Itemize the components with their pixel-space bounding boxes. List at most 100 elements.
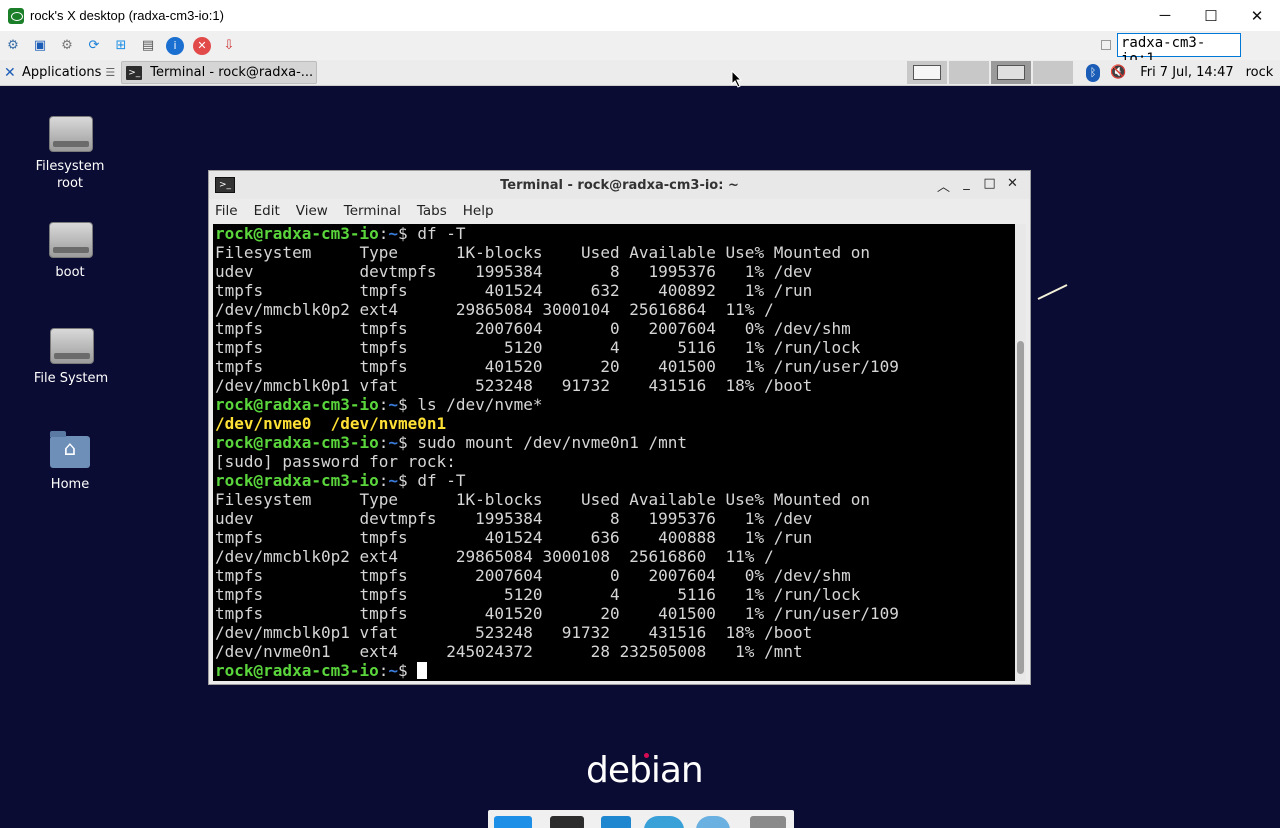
panel-user[interactable]: rock xyxy=(1246,65,1274,80)
vnc-host-field[interactable]: radxa-cm3-io:1 xyxy=(1117,33,1241,67)
connection-options-icon[interactable]: ⚙ xyxy=(4,37,22,55)
command-text: df -T xyxy=(417,471,466,490)
terminal-line: [sudo] password for rock: xyxy=(215,452,1016,471)
prompt-end: $ xyxy=(398,471,418,490)
hard-drive-icon xyxy=(49,324,94,364)
menu-edit[interactable]: Edit xyxy=(254,203,280,219)
taskbar-terminal-button[interactable]: >_ Terminal - rock@radxa-... xyxy=(121,61,318,84)
terminal-scrollbar[interactable] xyxy=(1015,224,1026,681)
volume-muted-icon[interactable]: 🔇 xyxy=(1110,65,1126,80)
terminal-maximize-button[interactable]: □ xyxy=(978,176,1001,195)
shade-button[interactable]: ︿ xyxy=(932,176,955,195)
output-text: tmpfs tmpfs 2007604 0 2007604 0% /dev/sh… xyxy=(215,319,851,338)
output-text: /dev/mmcblk0p1 vfat 523248 91732 431516 … xyxy=(215,623,813,642)
workspace-3[interactable] xyxy=(991,61,1031,84)
home-folder-icon xyxy=(48,430,92,470)
dock-terminal-icon[interactable] xyxy=(550,816,584,828)
applications-suffix: ☰ xyxy=(105,66,116,79)
menu-tabs[interactable]: Tabs xyxy=(417,203,447,219)
panel-clock[interactable]: Fri 7 Jul, 14:47 xyxy=(1140,65,1233,80)
output-text: tmpfs tmpfs 401524 636 400888 1% /run xyxy=(215,528,813,547)
output-text: udev devtmpfs 1995384 8 1995376 1% /dev xyxy=(215,509,813,528)
dock-web-browser-icon[interactable] xyxy=(644,816,684,828)
close-button[interactable]: ✕ xyxy=(1234,0,1280,31)
terminal-window[interactable]: >_ Terminal - rock@radxa-cm3-io: ~ ︿ _ □… xyxy=(208,170,1031,685)
desktop-icon-home[interactable]: Home xyxy=(25,430,115,493)
menu-view[interactable]: View xyxy=(296,203,328,219)
prompt-end: $ xyxy=(398,224,418,243)
workspace-4[interactable] xyxy=(1033,61,1073,84)
disconnect-icon[interactable]: ✕ xyxy=(193,36,211,55)
terminal-line: rock@radxa-cm3-io:~$ sudo mount /dev/nvm… xyxy=(215,433,1016,452)
terminal-line: rock@radxa-cm3-io:~$ ls /dev/nvme* xyxy=(215,395,1016,414)
refresh-icon[interactable]: ⟳ xyxy=(85,37,103,55)
output-text: tmpfs tmpfs 401520 20 401500 1% /run/use… xyxy=(215,357,899,376)
maximize-button[interactable]: ☐ xyxy=(1188,0,1234,31)
hard-drive-icon xyxy=(48,218,93,258)
windows-key-icon[interactable]: ⊞ xyxy=(112,37,130,55)
desktop-icon-boot[interactable]: boot xyxy=(25,218,115,281)
scrollbar-thumb[interactable] xyxy=(1017,341,1024,674)
output-text: tmpfs tmpfs 5120 4 5116 1% /run/lock xyxy=(215,585,861,604)
bluetooth-icon[interactable]: ᛒ xyxy=(1086,63,1100,82)
terminal-line: /dev/nvme0 /dev/nvme0n1 xyxy=(215,414,1016,433)
desktop-icon-file-system[interactable]: File System xyxy=(26,324,116,387)
terminal-line: tmpfs tmpfs 2007604 0 2007604 0% /dev/sh… xyxy=(215,319,1016,338)
transfer-file-icon[interactable]: ⇩ xyxy=(220,37,238,55)
terminal-close-button[interactable]: ✕ xyxy=(1001,176,1024,195)
text-cursor xyxy=(417,662,428,679)
terminal-window-controls: ︿ _ □ ✕ xyxy=(932,176,1024,195)
output-text: /dev/mmcblk0p2 ext4 29865084 3000104 256… xyxy=(215,300,774,319)
menu-help[interactable]: Help xyxy=(463,203,494,219)
dock-file-manager-icon[interactable] xyxy=(601,816,631,828)
prompt-dir: ~ xyxy=(388,395,399,414)
workspace-1[interactable] xyxy=(907,61,947,84)
host-marker-icon xyxy=(1101,40,1111,50)
command-text: df -T xyxy=(417,224,466,243)
terminal-line: tmpfs tmpfs 401520 20 401500 1% /run/use… xyxy=(215,357,1016,376)
output-text: /dev/mmcblk0p2 ext4 29865084 3000108 256… xyxy=(215,547,774,566)
menu-terminal[interactable]: Terminal xyxy=(344,203,401,219)
window-title: rock's X desktop (radxa-cm3-io:1) xyxy=(30,8,224,23)
terminal-icon: >_ xyxy=(215,177,235,193)
vnc-app-icon xyxy=(8,7,24,24)
prompt-dir: ~ xyxy=(388,661,399,680)
terminal-minimize-button[interactable]: _ xyxy=(955,176,978,195)
workspace-2[interactable] xyxy=(949,61,989,84)
desktop-icon-filesystem-root[interactable]: Filesystem root xyxy=(25,112,115,192)
debian-logo: debian xyxy=(586,750,704,791)
prompt-user: rock@radxa-cm3-io xyxy=(215,224,379,243)
prompt-separator: : xyxy=(378,661,389,680)
terminal-line: /dev/mmcblk0p2 ext4 29865084 3000104 256… xyxy=(215,300,1016,319)
prompt-user: rock@radxa-cm3-io xyxy=(215,471,379,490)
minimize-button[interactable]: ─ xyxy=(1142,0,1188,31)
terminal-line: rock@radxa-cm3-io:~$ df -T xyxy=(215,224,1016,243)
desktop-icon-label: Home xyxy=(50,477,90,492)
output-text: udev devtmpfs 1995384 8 1995376 1% /dev xyxy=(215,262,813,281)
terminal-line: Filesystem Type 1K-blocks Used Available… xyxy=(215,490,1016,509)
vnc-host-wrap: radxa-cm3-io:1 xyxy=(1101,33,1241,67)
terminal-line: Filesystem Type 1K-blocks Used Available… xyxy=(215,243,1016,262)
settings-gear-icon[interactable]: ⚙ xyxy=(58,37,76,55)
applications-menu[interactable]: ✕ Applications ☰ xyxy=(0,60,117,85)
output-text: tmpfs tmpfs 5120 4 5116 1% /run/lock xyxy=(215,338,861,357)
fullscreen-icon[interactable]: ▣ xyxy=(31,37,49,55)
dock-show-desktop-icon[interactable] xyxy=(494,816,532,828)
menu-file[interactable]: File xyxy=(215,203,238,219)
terminal-titlebar[interactable]: >_ Terminal - rock@radxa-cm3-io: ~ ︿ _ □… xyxy=(209,171,1030,199)
output-text: /dev/mmcblk0p1 vfat 523248 91732 431516 … xyxy=(215,376,813,395)
prompt-separator: : xyxy=(378,395,389,414)
terminal-output[interactable]: rock@radxa-cm3-io:~$ df -T Filesystem Typ… xyxy=(213,224,1016,681)
info-icon[interactable]: i xyxy=(166,36,184,55)
dock-folder-icon[interactable] xyxy=(750,816,786,828)
xfce-panel: ✕ Applications ☰ >_ Terminal - rock@radx… xyxy=(0,60,1280,86)
terminal-line: /dev/mmcblk0p2 ext4 29865084 3000108 256… xyxy=(215,547,1016,566)
hard-drive-icon xyxy=(48,112,93,152)
vnc-toolbar: ⚙ ▣ ⚙ ⟳ ⊞ ▤ i ✕ ⇩ radxa-cm3-io:1 xyxy=(0,31,1280,67)
output-text: tmpfs tmpfs 401520 20 401500 1% /run/use… xyxy=(215,604,899,623)
dock-search-icon[interactable] xyxy=(696,816,730,828)
send-keys-icon[interactable]: ▤ xyxy=(139,37,157,55)
output-text: Filesystem Type 1K-blocks Used Available… xyxy=(215,243,871,262)
xfce-logo-icon: ✕ xyxy=(4,64,16,81)
prompt-dir: ~ xyxy=(388,433,399,452)
